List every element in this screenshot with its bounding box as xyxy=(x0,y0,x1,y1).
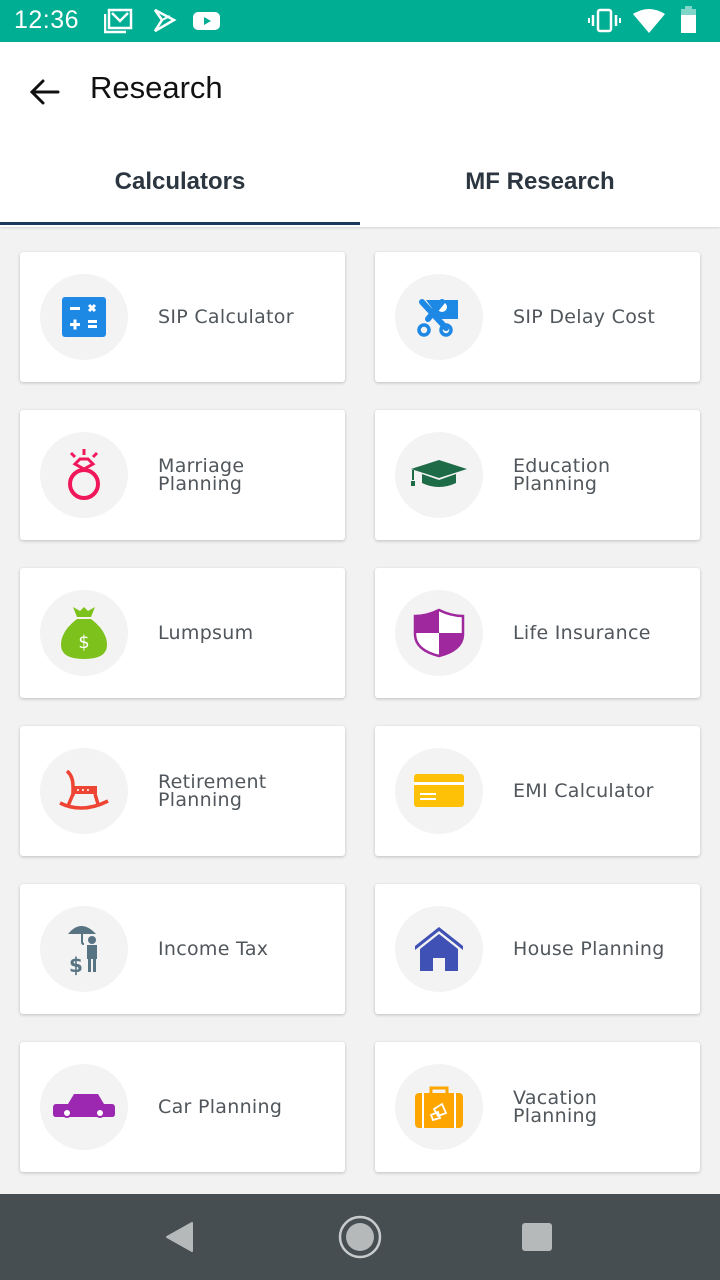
tab-bar: Calculators MF Research xyxy=(0,140,720,227)
label-line: Planning xyxy=(513,1105,598,1127)
card-label: Income Tax xyxy=(158,884,338,1014)
calculator-card-sip-calculator[interactable]: SIP Calculator xyxy=(20,252,345,382)
app-bar: Research xyxy=(0,42,720,140)
icon-circle xyxy=(395,274,483,360)
youtube-icon xyxy=(192,8,222,38)
card-label: Retirement Planning xyxy=(158,726,338,856)
card-label: EMI Calculator xyxy=(513,726,693,856)
icon-circle xyxy=(40,748,128,834)
label-line: Planning xyxy=(158,473,243,495)
graduation-cap-icon xyxy=(411,460,467,487)
calculator-card-retirement-planning[interactable]: Retirement Planning xyxy=(20,726,345,856)
diamond-ring-icon xyxy=(68,449,100,500)
nav-recents-button[interactable] xyxy=(507,1212,567,1262)
icon-circle xyxy=(395,748,483,834)
calculator-card-sip-delay-cost[interactable]: SIP Delay Cost xyxy=(375,252,700,382)
calculator-card-car-planning[interactable]: Car Planning xyxy=(20,1042,345,1172)
calculator-card-marriage-planning[interactable]: Marriage Planning xyxy=(20,410,345,540)
wifi-icon xyxy=(632,8,666,38)
suitcase-icon xyxy=(415,1086,463,1128)
label-line: Planning xyxy=(513,473,598,495)
card-label: Lumpsum xyxy=(158,568,338,698)
battery-icon xyxy=(680,6,698,38)
label-line: Car Planning xyxy=(158,1096,283,1118)
card-label: Vacation Planning xyxy=(513,1042,693,1172)
credit-card-icon xyxy=(414,774,464,807)
recents-square-icon xyxy=(522,1223,552,1251)
label-line: SIP Calculator xyxy=(158,306,294,328)
back-button[interactable] xyxy=(22,70,66,114)
car-icon xyxy=(53,1094,115,1118)
label-line: EMI Calculator xyxy=(513,780,654,802)
card-label: Life Insurance xyxy=(513,568,693,698)
status-bar: 12:36 xyxy=(0,0,720,42)
icon-circle xyxy=(395,432,483,518)
calculator-grid: SIP Calculator SIP Delay Cost Marriage Pl… xyxy=(0,227,720,1194)
icon-circle xyxy=(40,1064,128,1150)
calculator-card-income-tax[interactable]: $ Income Tax xyxy=(20,884,345,1014)
play-store-icon xyxy=(152,8,178,38)
icon-circle: $ xyxy=(40,906,128,992)
house-icon xyxy=(415,927,463,971)
tab-indicator xyxy=(0,222,360,225)
rocking-chair-icon xyxy=(59,770,109,810)
card-label: Car Planning xyxy=(158,1042,338,1172)
umbrella-person-dollar-icon: $ xyxy=(68,926,97,976)
icon-circle xyxy=(395,1064,483,1150)
gmail-icon xyxy=(103,8,134,38)
calculator-card-life-insurance[interactable]: Life Insurance xyxy=(375,568,700,698)
icon-circle: $ xyxy=(40,590,128,676)
label-line: Income Tax xyxy=(158,938,269,960)
nav-home-button[interactable] xyxy=(330,1212,390,1262)
card-label: SIP Delay Cost xyxy=(513,252,693,382)
home-circle-icon xyxy=(338,1215,382,1259)
label-line: Planning xyxy=(158,789,243,811)
vibrate-icon xyxy=(588,8,622,38)
page-title: Research xyxy=(90,70,223,105)
back-triangle-icon xyxy=(166,1222,193,1252)
icon-circle xyxy=(395,906,483,992)
tab-mf-research[interactable]: MF Research xyxy=(360,140,720,224)
label-line: Life Insurance xyxy=(513,622,651,644)
label-line: SIP Delay Cost xyxy=(513,306,656,328)
svg-text:$: $ xyxy=(69,953,83,976)
label-line: Lumpsum xyxy=(158,622,254,644)
scissors-ticket-icon xyxy=(417,299,458,337)
tab-calculators[interactable]: Calculators xyxy=(0,140,360,224)
money-bag-icon: $ xyxy=(61,607,107,659)
icon-circle xyxy=(40,432,128,518)
label-line: House Planning xyxy=(513,938,665,960)
card-label: Education Planning xyxy=(513,410,693,540)
card-label: SIP Calculator xyxy=(158,252,338,382)
nav-back-button[interactable] xyxy=(150,1212,210,1262)
system-nav-bar xyxy=(0,1194,720,1280)
calculator-card-lumpsum[interactable]: $ Lumpsum xyxy=(20,568,345,698)
shield-icon xyxy=(413,608,465,658)
calculator-card-emi-calculator[interactable]: EMI Calculator xyxy=(375,726,700,856)
svg-text:$: $ xyxy=(78,632,89,653)
calculator-card-house-planning[interactable]: House Planning xyxy=(375,884,700,1014)
calculator-card-vacation-planning[interactable]: Vacation Planning xyxy=(375,1042,700,1172)
card-label: House Planning xyxy=(513,884,693,1014)
icon-circle xyxy=(395,590,483,676)
arrow-left-icon xyxy=(29,79,60,105)
status-time: 12:36 xyxy=(14,6,80,34)
card-label: Marriage Planning xyxy=(158,410,338,540)
calculator-icon xyxy=(62,297,106,337)
icon-circle xyxy=(40,274,128,360)
calculator-card-education-planning[interactable]: Education Planning xyxy=(375,410,700,540)
